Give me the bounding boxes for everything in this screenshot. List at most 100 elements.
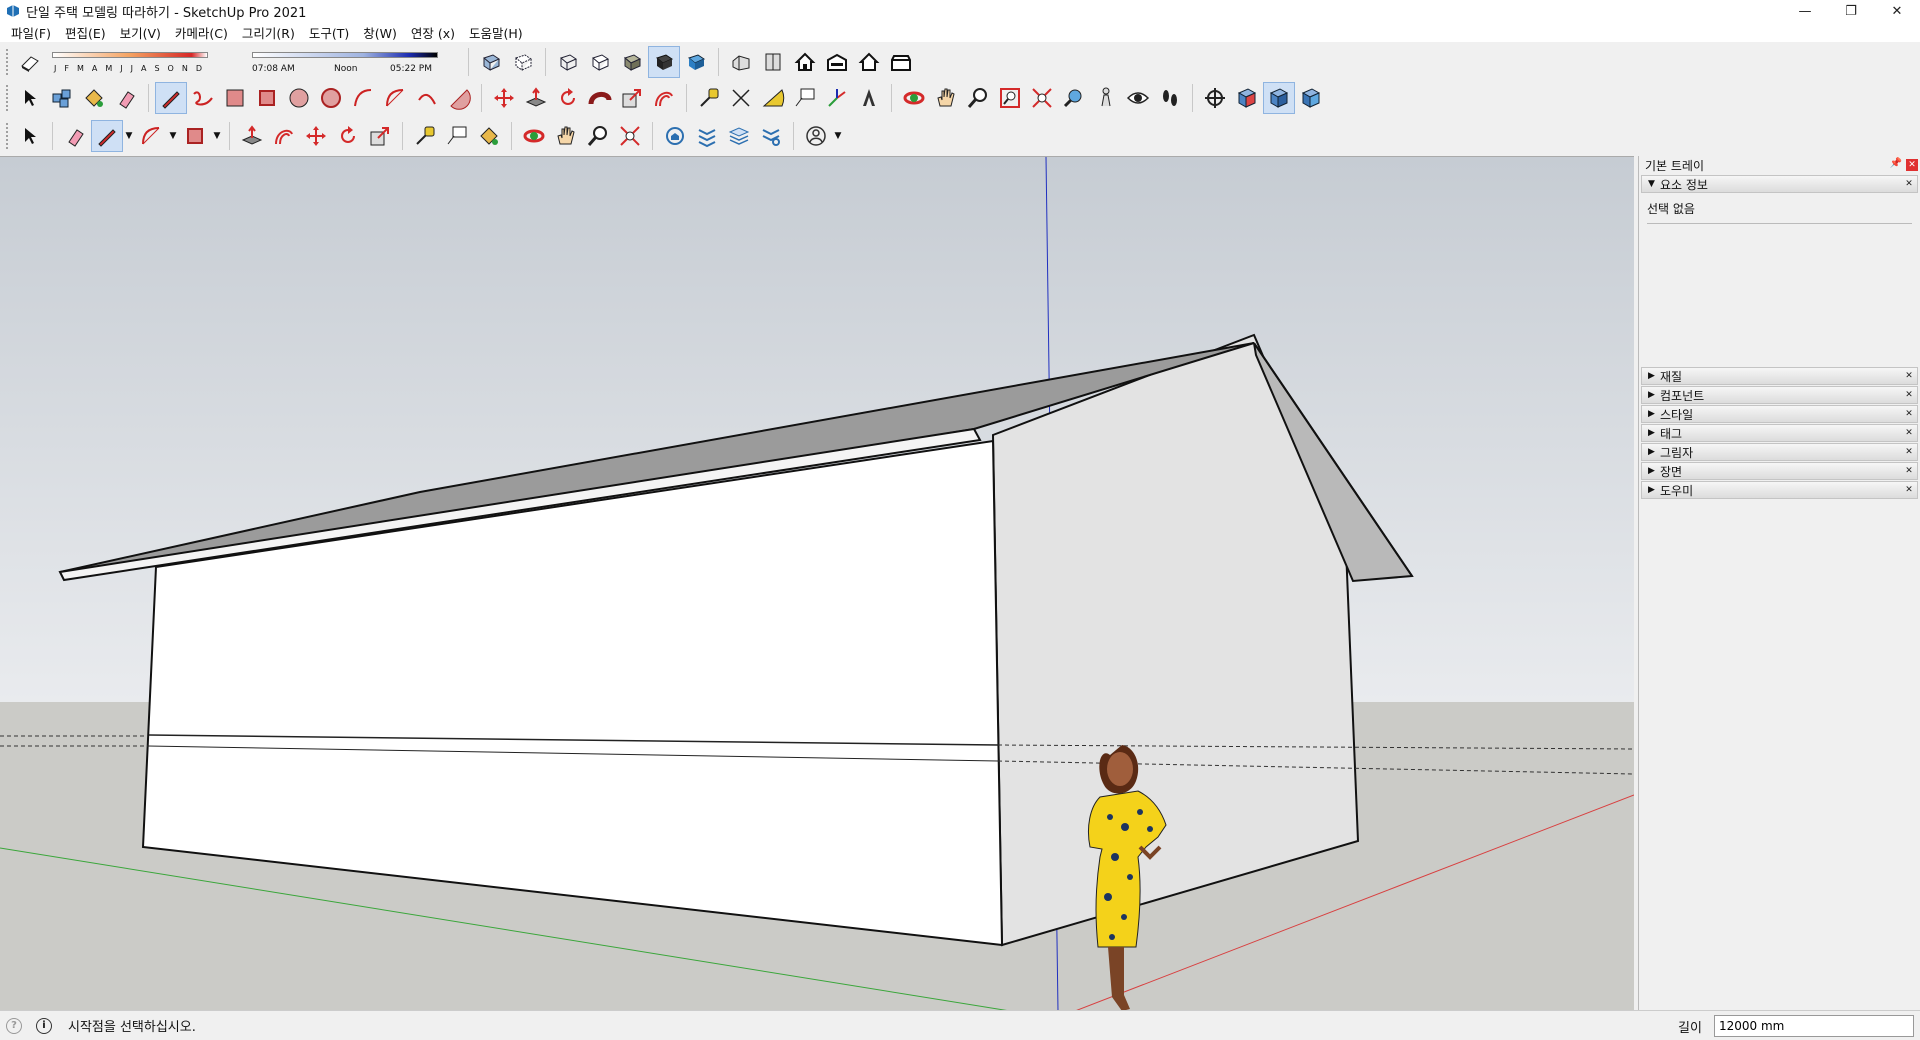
eraser-button-2[interactable] (59, 120, 91, 152)
shadow-date-time-slider[interactable]: J F M A M J J A S O N D 07:08 AM Noon 05… (52, 46, 462, 78)
info-icon[interactable]: i (36, 1017, 52, 1034)
right-view-button[interactable] (821, 46, 853, 78)
paint-bucket-button-2[interactable] (473, 120, 505, 152)
walk-button[interactable] (1154, 82, 1186, 114)
3d-warehouse-button[interactable] (659, 120, 691, 152)
pin-icon[interactable]: 📌 (1890, 158, 1902, 169)
line-tool-button-2[interactable] (91, 120, 123, 152)
back-edges-button[interactable] (507, 46, 539, 78)
section-plane-button[interactable] (1199, 82, 1231, 114)
extension-manager-button[interactable] (755, 120, 787, 152)
zoom-button[interactable] (962, 82, 994, 114)
panel-shadows[interactable]: ▶ 그림자 ✕ (1641, 443, 1918, 461)
pan-button-2[interactable] (550, 120, 582, 152)
modeling-viewport[interactable] (0, 156, 1634, 1010)
line-dropdown[interactable]: ▼ (123, 120, 135, 152)
tray-close-button[interactable]: ✕ (1906, 159, 1918, 171)
paint-bucket-button[interactable] (78, 82, 110, 114)
three-point-arc-button[interactable] (411, 82, 443, 114)
toolbar-grip[interactable] (6, 85, 10, 111)
eraser-button[interactable] (110, 82, 142, 114)
freehand-button[interactable] (187, 82, 219, 114)
dimension-button[interactable] (725, 82, 757, 114)
geolocation-icon[interactable]: ? (6, 1017, 22, 1034)
time-slider[interactable] (252, 52, 438, 58)
display-section-planes-button[interactable] (1231, 82, 1263, 114)
panel-close-icon[interactable]: ✕ (1903, 446, 1915, 458)
panel-materials[interactable]: ▶ 재질 ✕ (1641, 367, 1918, 385)
menu-window[interactable]: 창(W) (356, 23, 404, 42)
3d-text-button[interactable] (853, 82, 885, 114)
line-tool-button[interactable] (155, 82, 187, 114)
position-camera-button[interactable] (1090, 82, 1122, 114)
panel-components[interactable]: ▶ 컴포넌트 ✕ (1641, 386, 1918, 404)
make-component-button[interactable] (46, 82, 78, 114)
orbit-button-2[interactable] (518, 120, 550, 152)
zoom-button-2[interactable] (582, 120, 614, 152)
top-view-button[interactable] (757, 46, 789, 78)
zoom-window-button[interactable] (994, 82, 1026, 114)
orbit-button[interactable] (898, 82, 930, 114)
front-view-button[interactable] (789, 46, 821, 78)
wireframe-button[interactable] (552, 46, 584, 78)
iso-view-button[interactable] (725, 46, 757, 78)
arc-dropdown[interactable]: ▼ (167, 120, 179, 152)
date-slider[interactable] (52, 52, 208, 58)
follow-me-button[interactable] (584, 82, 616, 114)
pan-button[interactable] (930, 82, 962, 114)
rotate-button-2[interactable] (332, 120, 364, 152)
shape-dropdown[interactable]: ▼ (211, 120, 223, 152)
menu-extensions[interactable]: 연장 (x) (404, 23, 462, 42)
menu-draw[interactable]: 그리기(R) (235, 23, 302, 42)
entity-info-panel-header[interactable]: ▼ 요소 정보 ✕ (1641, 175, 1918, 193)
menu-tools[interactable]: 도구(T) (302, 23, 356, 42)
menu-view[interactable]: 보기(V) (113, 23, 168, 42)
menu-file[interactable]: 파일(F) (4, 23, 58, 42)
panel-close-icon[interactable]: ✕ (1903, 465, 1915, 477)
panel-close-icon[interactable]: ✕ (1903, 427, 1915, 439)
restore-button[interactable]: ❐ (1828, 0, 1874, 22)
measurements-input[interactable] (1714, 1015, 1914, 1037)
hidden-line-button[interactable] (584, 46, 616, 78)
move-button-2[interactable] (300, 120, 332, 152)
monochrome-button[interactable] (680, 46, 712, 78)
select-tool-button[interactable] (14, 82, 46, 114)
xray-button[interactable] (475, 46, 507, 78)
layout-button[interactable] (723, 120, 755, 152)
previous-view-button[interactable] (1058, 82, 1090, 114)
zoom-extents-button[interactable] (1026, 82, 1058, 114)
circle-button[interactable] (283, 82, 315, 114)
arc-button[interactable] (347, 82, 379, 114)
rotated-rectangle-button[interactable] (251, 82, 283, 114)
left-view-button[interactable] (885, 46, 917, 78)
select-tool-button-2[interactable] (14, 120, 46, 152)
panel-close-icon[interactable]: ✕ (1903, 389, 1915, 401)
pie-button[interactable] (443, 82, 475, 114)
panel-close-icon[interactable]: ✕ (1903, 408, 1915, 420)
close-button[interactable]: ✕ (1874, 0, 1920, 22)
back-view-button[interactable] (853, 46, 885, 78)
panel-close-icon[interactable]: ✕ (1903, 484, 1915, 496)
protractor-button[interactable] (757, 82, 789, 114)
panel-tags[interactable]: ▶ 태그 ✕ (1641, 424, 1918, 442)
shaded-textures-button[interactable] (648, 46, 680, 78)
rotate-button[interactable] (552, 82, 584, 114)
display-section-cuts-button[interactable] (1263, 82, 1295, 114)
text-button[interactable] (789, 82, 821, 114)
arc-button-2[interactable] (135, 120, 167, 152)
panel-instructor[interactable]: ▶ 도우미 ✕ (1641, 481, 1918, 499)
menu-edit[interactable]: 편집(E) (58, 23, 113, 42)
panel-close-icon[interactable]: ✕ (1903, 370, 1915, 382)
two-point-arc-button[interactable] (379, 82, 411, 114)
toolbar-grip[interactable] (6, 49, 10, 75)
text-button-2[interactable] (441, 120, 473, 152)
panel-styles[interactable]: ▶ 스타일 ✕ (1641, 405, 1918, 423)
minimize-button[interactable]: — (1782, 0, 1828, 22)
polygon-button[interactable] (315, 82, 347, 114)
menu-camera[interactable]: 카메라(C) (168, 23, 235, 42)
rectangle-button[interactable] (219, 82, 251, 114)
tape-measure-button[interactable] (693, 82, 725, 114)
tape-measure-button-2[interactable] (409, 120, 441, 152)
shaded-button[interactable] (616, 46, 648, 78)
panel-close-icon[interactable]: ✕ (1903, 178, 1915, 190)
